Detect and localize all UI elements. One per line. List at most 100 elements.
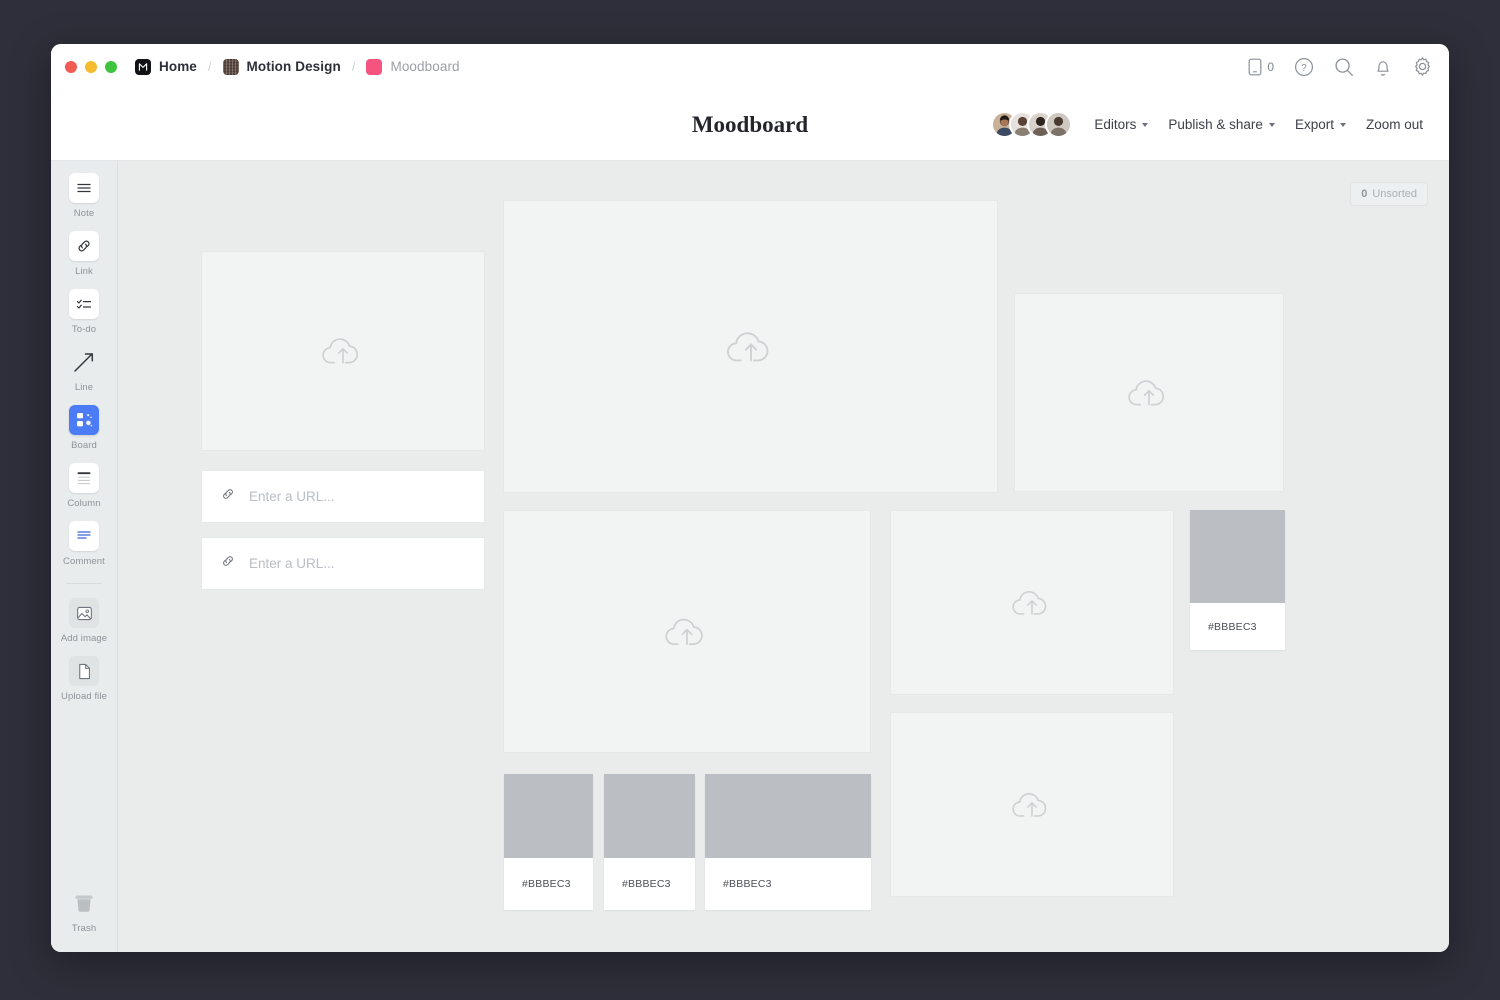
board-canvas[interactable]: 0 Unsorted: [118, 161, 1449, 952]
breadcrumb: Home / Motion Design / Moodboard: [135, 59, 460, 75]
editor-avatars[interactable]: [991, 111, 1072, 138]
column-icon: [69, 463, 99, 493]
color-swatch-hex: #BBBEC3: [604, 858, 695, 910]
color-swatch-card[interactable]: #BBBEC3: [604, 774, 695, 910]
color-swatch-fill: [1190, 510, 1285, 603]
file-page-icon: [69, 656, 99, 686]
window-controls: [65, 61, 117, 73]
todo-checklist-icon: [69, 289, 99, 319]
sidebar-label-todo: To-do: [72, 324, 96, 335]
settings-gear-icon[interactable]: [1412, 56, 1433, 77]
sidebar-item-add-image[interactable]: Add image: [56, 598, 112, 644]
sidebar-label-link: Link: [75, 266, 93, 277]
header-actions: Editors Publish & share Export Zoom out: [991, 111, 1433, 138]
help-icon[interactable]: ?: [1294, 57, 1314, 77]
note-lines-icon: [69, 173, 99, 203]
color-swatch-fill: [705, 774, 871, 858]
svg-text:?: ?: [1301, 63, 1307, 74]
upload-placeholder[interactable]: [503, 510, 871, 753]
cloud-upload-icon: [1126, 374, 1172, 412]
sidebar-item-note[interactable]: Note: [56, 173, 112, 219]
document-header: Moodboard Editors: [51, 89, 1449, 161]
close-window-button[interactable]: [65, 61, 77, 73]
sidebar-item-line[interactable]: Line: [56, 347, 112, 393]
trash-bin-icon: [69, 888, 99, 918]
chevron-down-icon: [1340, 123, 1346, 127]
link-chain-icon: [69, 231, 99, 261]
color-swatch-hex: #BBBEC3: [705, 858, 871, 910]
breadcrumb-item-home[interactable]: Home: [135, 59, 197, 75]
breadcrumb-label-motion-design: Motion Design: [247, 59, 341, 74]
sidebar-item-board[interactable]: Board: [56, 405, 112, 451]
url-input-card[interactable]: Enter a URL...: [201, 537, 485, 590]
color-swatch-footer: #BBBEC3: [705, 858, 871, 910]
chevron-down-icon: [1269, 123, 1275, 127]
editors-button[interactable]: Editors: [1084, 111, 1158, 138]
export-label: Export: [1295, 117, 1334, 132]
notifications-bell-icon[interactable]: [1374, 57, 1392, 77]
sidebar-item-trash[interactable]: Trash: [56, 888, 112, 934]
sidebar-item-column[interactable]: Column: [56, 463, 112, 509]
color-swatch-card[interactable]: #BBBEC3: [705, 774, 871, 910]
maximize-window-button[interactable]: [105, 61, 117, 73]
board-grid-icon: [69, 405, 99, 435]
sidebar-item-todo[interactable]: To-do: [56, 289, 112, 335]
sidebar-label-line: Line: [75, 382, 93, 393]
minimize-window-button[interactable]: [85, 61, 97, 73]
sidebar-label-trash: Trash: [72, 923, 96, 934]
url-input-card[interactable]: Enter a URL...: [201, 470, 485, 523]
breadcrumb-item-moodboard[interactable]: Moodboard: [366, 59, 459, 75]
breadcrumb-label-home: Home: [159, 59, 197, 74]
breadcrumb-label-moodboard: Moodboard: [390, 59, 459, 74]
titlebar: Home / Motion Design / Moodboard 0 ?: [51, 44, 1449, 89]
milanote-logo-icon: [135, 59, 151, 75]
sidebar-label-note: Note: [74, 208, 94, 219]
upload-placeholder[interactable]: [890, 712, 1174, 897]
breadcrumb-item-motion-design[interactable]: Motion Design: [223, 59, 341, 75]
sidebar-item-comment[interactable]: Comment: [56, 521, 112, 567]
publish-share-label: Publish & share: [1168, 117, 1263, 132]
upload-placeholder[interactable]: [503, 200, 998, 493]
publish-share-button[interactable]: Publish & share: [1158, 111, 1285, 138]
unsorted-label: Unsorted: [1372, 188, 1417, 200]
cloud-upload-icon: [1010, 787, 1054, 823]
sidebar-label-column: Column: [67, 498, 100, 509]
sidebar-divider: [66, 583, 102, 584]
color-swatch-hex: #BBBEC3: [1190, 603, 1285, 650]
comment-bubble-icon: [69, 521, 99, 551]
color-swatch-footer: #BBBEC3: [604, 858, 695, 910]
sidebar-item-link[interactable]: Link: [56, 231, 112, 277]
avatar: [1045, 111, 1072, 138]
search-icon[interactable]: [1334, 57, 1354, 77]
upload-placeholder[interactable]: [201, 251, 485, 451]
unsorted-chip[interactable]: 0 Unsorted: [1350, 182, 1428, 206]
url-input-placeholder: Enter a URL...: [249, 556, 335, 571]
breadcrumb-separator: /: [208, 59, 212, 74]
cloud-upload-icon: [1010, 585, 1054, 621]
board-pink-icon: [366, 59, 382, 75]
unsorted-count: 0: [1361, 188, 1367, 200]
sidebar-label-upload-file: Upload file: [61, 691, 107, 702]
chevron-down-icon: [1142, 123, 1148, 127]
color-swatch-card[interactable]: #BBBEC3: [1190, 510, 1285, 650]
zoom-out-label: Zoom out: [1366, 117, 1423, 132]
color-swatch-card[interactable]: #BBBEC3: [504, 774, 593, 910]
app-body: Note Link To-do Line: [51, 161, 1449, 952]
cloud-upload-icon: [320, 332, 366, 370]
color-swatch-fill: [504, 774, 593, 858]
sidebar-label-comment: Comment: [63, 556, 105, 567]
cloud-upload-icon: [724, 325, 778, 369]
sidebar-label-add-image: Add image: [61, 633, 107, 644]
sidebar-item-upload-file[interactable]: Upload file: [56, 656, 112, 702]
upload-placeholder[interactable]: [1014, 293, 1284, 492]
tool-sidebar: Note Link To-do Line: [51, 161, 118, 952]
mobile-icon[interactable]: 0: [1248, 58, 1274, 76]
folder-texture-icon: [223, 59, 239, 75]
export-button[interactable]: Export: [1285, 111, 1356, 138]
link-chain-icon: [220, 553, 236, 574]
cloud-upload-icon: [663, 612, 711, 652]
upload-placeholder[interactable]: [890, 510, 1174, 695]
app-window: Home / Motion Design / Moodboard 0 ?: [51, 44, 1449, 952]
titlebar-actions: 0 ?: [1248, 56, 1433, 77]
zoom-out-button[interactable]: Zoom out: [1356, 111, 1433, 138]
